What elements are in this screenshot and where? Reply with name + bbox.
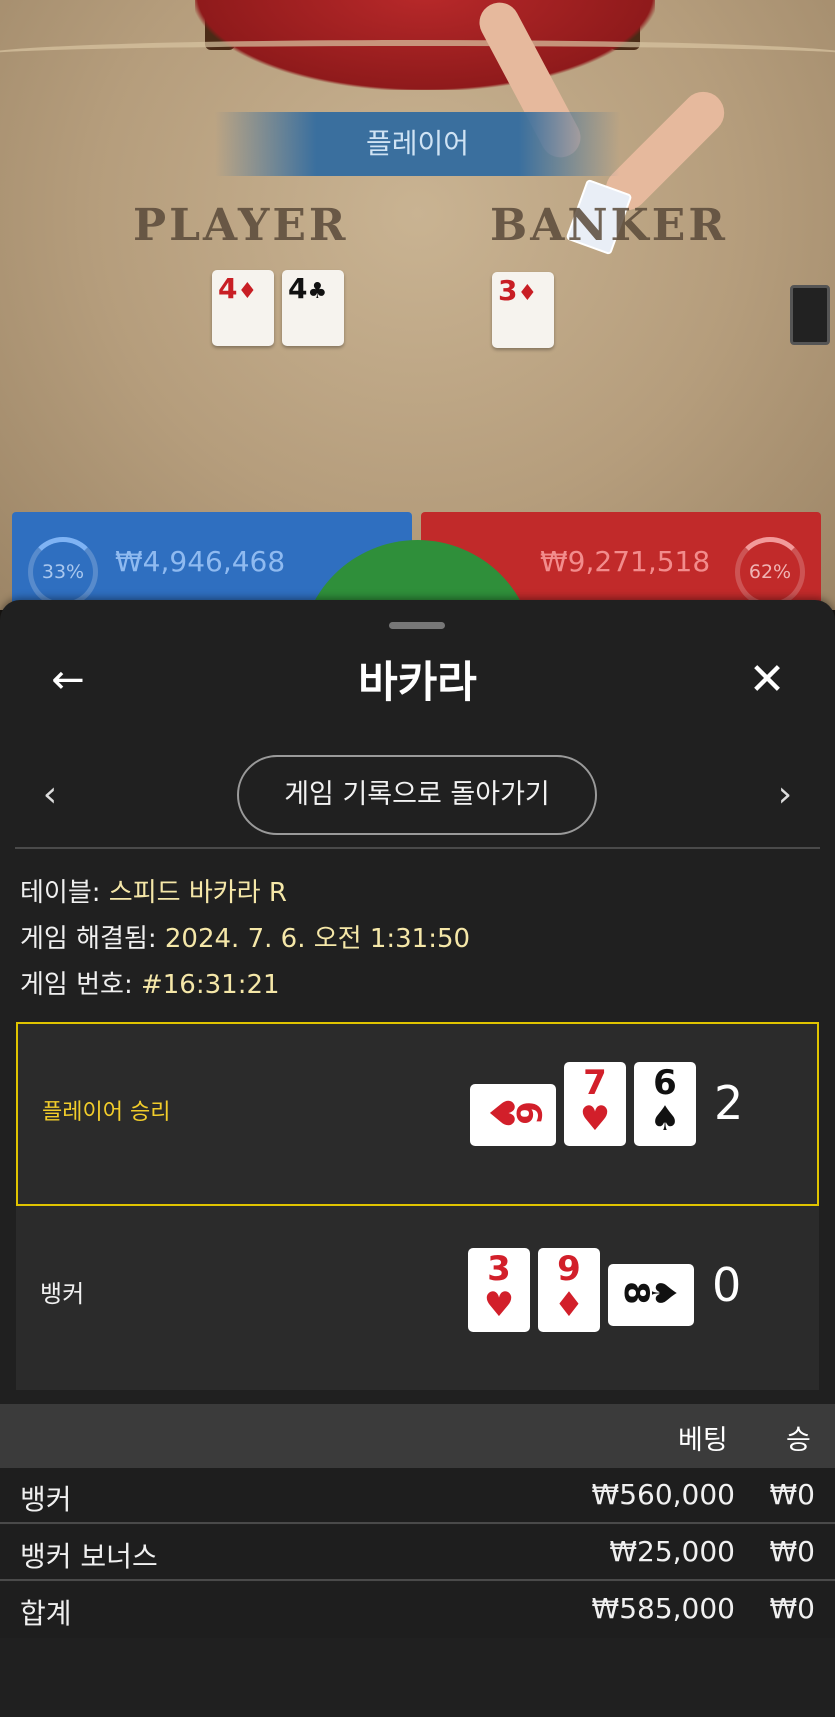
banker-label: 뱅커	[40, 1280, 85, 1308]
card-rank: 3	[487, 1249, 511, 1289]
player-hand-row: 플레이어 승리 ♥6 7 ♥ 6 ♠ 2	[16, 1022, 819, 1206]
card-shoe	[790, 285, 830, 345]
resolved-info-value: 2024. 7. 6. 오전 1:31:50	[164, 924, 471, 954]
game-number-value: #16:31:21	[140, 970, 280, 1000]
bet-name: 뱅커	[20, 1483, 72, 1516]
table-info: 테이블: 스피드 바카라 R	[20, 872, 287, 909]
column-header-bet: 베팅	[678, 1425, 728, 1456]
page-title: 바카라	[358, 658, 477, 708]
card-suit: ♦	[553, 1285, 585, 1325]
game-detail-sheet: ← 바카라 ✕ ‹ 게임 기록으로 돌아가기 › 테이블: 스피드 바카라 R …	[0, 600, 835, 1717]
card-rank: 7	[583, 1063, 607, 1103]
banker-total-amount: ₩9,271,518	[540, 545, 711, 578]
card-rank: 6	[508, 1101, 549, 1125]
win-amount: ₩0	[769, 1592, 816, 1625]
sheet-drag-handle[interactable]	[389, 622, 445, 629]
playing-card: 9 ♦	[538, 1248, 600, 1332]
banker-hand-row: 뱅커 3 ♥ 9 ♦ 8♠ 0	[16, 1206, 819, 1390]
playing-card: 3 ♥	[468, 1248, 530, 1332]
playing-card: 8♠	[608, 1264, 694, 1326]
card-suit: ♥	[483, 1285, 515, 1325]
bet-amount: ₩585,000	[591, 1592, 735, 1625]
table-row: 뱅커 ₩560,000 ₩0	[0, 1468, 835, 1524]
playing-card: 7 ♥	[564, 1062, 626, 1146]
bets-table-header: 베팅 승	[0, 1404, 835, 1468]
playing-card: ♥6	[470, 1084, 556, 1146]
bet-name: 뱅커 보너스	[20, 1540, 158, 1573]
result-banner: 플레이어	[215, 112, 620, 176]
win-amount: ₩0	[769, 1535, 816, 1568]
bet-amount: ₩25,000	[609, 1535, 735, 1568]
banker-percent: 62%	[735, 537, 805, 607]
player-area-label: PLAYER	[133, 200, 349, 251]
bet-name: 합계	[20, 1597, 72, 1630]
player-percent: 33%	[28, 537, 98, 607]
close-icon[interactable]: ✕	[737, 650, 797, 710]
table-info-value: 스피드 바카라 R	[108, 878, 287, 908]
column-header-win: 승	[786, 1425, 811, 1456]
game-number-info: 게임 번호: #16:31:21	[20, 964, 280, 1001]
chevron-right-icon[interactable]: ›	[765, 770, 805, 820]
table-row-total: 합계 ₩585,000 ₩0	[0, 1582, 835, 1638]
divider	[15, 847, 820, 849]
player-total-amount: ₩4,946,468	[115, 545, 286, 578]
table-player-card: 4♣	[282, 270, 344, 346]
banker-score: 0	[712, 1258, 742, 1312]
banker-area-label: BANKER	[490, 200, 728, 251]
player-win-label: 플레이어 승리	[42, 1100, 171, 1125]
resolved-info-label: 게임 해결됨:	[20, 924, 157, 954]
back-to-history-button[interactable]: 게임 기록으로 돌아가기	[237, 755, 597, 835]
resolved-info: 게임 해결됨: 2024. 7. 6. 오전 1:31:50	[20, 918, 470, 955]
player-score: 2	[714, 1076, 744, 1130]
chevron-left-icon[interactable]: ‹	[30, 770, 70, 820]
win-amount: ₩0	[769, 1478, 816, 1511]
card-rank: 6	[653, 1063, 677, 1103]
table-rail	[0, 40, 835, 70]
table-player-card: 4♦	[212, 270, 274, 346]
bet-amount: ₩560,000	[591, 1478, 735, 1511]
playing-card: 6 ♠	[634, 1062, 696, 1146]
card-rank: 9	[557, 1249, 581, 1289]
card-suit: ♠	[649, 1099, 681, 1139]
table-banker-card: 3♦	[492, 272, 554, 348]
game-number-label: 게임 번호:	[20, 970, 133, 1000]
table-info-label: 테이블:	[20, 878, 101, 908]
table-row: 뱅커 보너스 ₩25,000 ₩0	[0, 1525, 835, 1581]
card-suit: ♠	[642, 1277, 683, 1309]
card-suit: ♥	[579, 1099, 611, 1139]
